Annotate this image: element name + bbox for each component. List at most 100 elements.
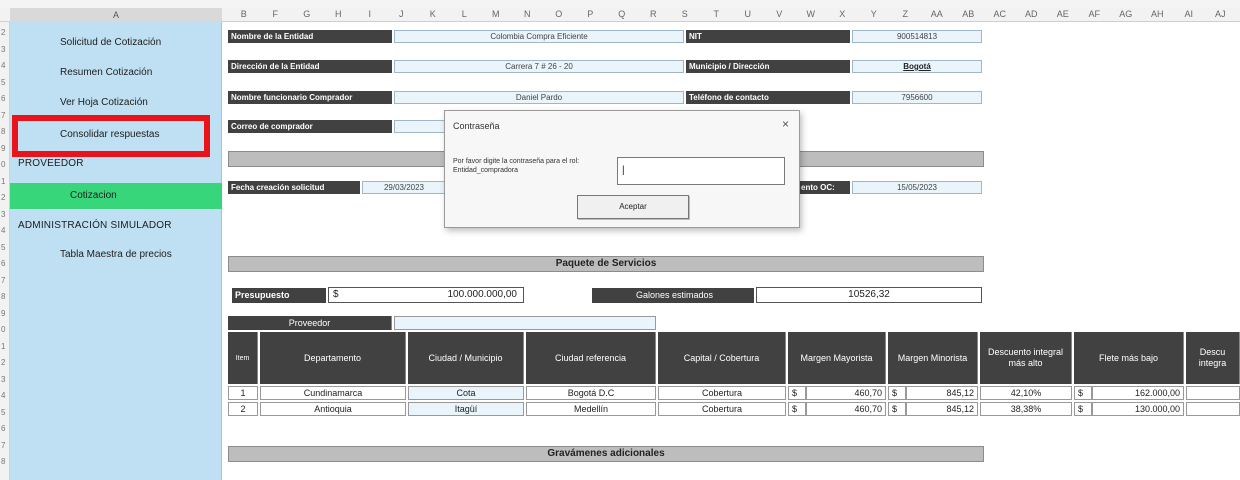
column-header-w[interactable]: W	[795, 9, 827, 19]
table-cell-referencia[interactable]: Bogotá D.C	[526, 386, 656, 400]
row-number[interactable]: 7	[1, 276, 5, 285]
table-cell-min_cur[interactable]: $	[888, 402, 906, 416]
table-cell-ciudad[interactable]: Cota	[408, 386, 524, 400]
table-cell-may_cur[interactable]: $	[788, 402, 806, 416]
row-number[interactable]: 6	[1, 94, 5, 103]
column-header-ac[interactable]: AC	[984, 9, 1016, 19]
row-number[interactable]: 8	[1, 457, 5, 466]
table-cell-departamento[interactable]: Antioquia	[260, 402, 406, 416]
column-header-p[interactable]: P	[575, 9, 607, 19]
column-header-h[interactable]: H	[323, 9, 355, 19]
table-cell-flete_cur[interactable]: $	[1074, 386, 1092, 400]
table-cell-empty[interactable]	[1186, 386, 1240, 400]
table-cell-cobertura[interactable]: Cobertura	[658, 402, 786, 416]
column-header-y[interactable]: Y	[858, 9, 890, 19]
presupuesto-field[interactable]: $ 100.000.000,00	[328, 287, 524, 303]
column-header-aa[interactable]: AA	[921, 9, 953, 19]
column-header-n[interactable]: N	[512, 9, 544, 19]
table-cell-ciudad[interactable]: Itagüí	[408, 402, 524, 416]
column-header-l[interactable]: L	[449, 9, 481, 19]
row-number[interactable]: 1	[1, 342, 5, 351]
column-header-z[interactable]: Z	[890, 9, 922, 19]
column-header-i[interactable]: I	[354, 9, 386, 19]
column-header-m[interactable]: M	[480, 9, 512, 19]
direccion-field[interactable]: Carrera 7 # 26 - 20	[394, 60, 684, 73]
menu-resumen-cotizacion[interactable]: Resumen Cotización	[10, 60, 222, 86]
column-header-v[interactable]: V	[764, 9, 796, 19]
column-header-u[interactable]: U	[732, 9, 764, 19]
table-cell-descuento[interactable]: 42,10%	[980, 386, 1072, 400]
row-number[interactable]: 3	[1, 375, 5, 384]
table-cell-mayorista[interactable]: 460,70	[806, 402, 886, 416]
column-header-ag[interactable]: AG	[1110, 9, 1142, 19]
fecha-creacion-field[interactable]: 29/03/2023	[362, 181, 446, 194]
row-number[interactable]: 0	[1, 160, 5, 169]
table-cell-min_cur[interactable]: $	[888, 386, 906, 400]
table-cell-flete[interactable]: 130.000,00	[1092, 402, 1184, 416]
table-cell-flete_cur[interactable]: $	[1074, 402, 1092, 416]
column-header-g[interactable]: G	[291, 9, 323, 19]
column-header-ab[interactable]: AB	[953, 9, 985, 19]
table-cell-minorista[interactable]: 845,12	[906, 386, 978, 400]
column-header-ai[interactable]: AI	[1173, 9, 1205, 19]
row-number[interactable]: 5	[1, 408, 5, 417]
funcionario-field[interactable]: Daniel Pardo	[394, 91, 684, 104]
row-number[interactable]: 9	[1, 144, 5, 153]
column-header-x[interactable]: X	[827, 9, 859, 19]
column-header-j[interactable]: J	[386, 9, 418, 19]
row-number[interactable]: 2	[1, 358, 5, 367]
menu-solicitud-cotizacion[interactable]: Solicitud de Cotización	[10, 30, 222, 56]
row-number[interactable]: 6	[1, 259, 5, 268]
column-header-ah[interactable]: AH	[1142, 9, 1174, 19]
telefono-field[interactable]: 7956600	[852, 91, 982, 104]
municipio-field[interactable]: Bogotá	[852, 60, 982, 73]
column-header-s[interactable]: S	[669, 9, 701, 19]
row-number[interactable]: 5	[1, 243, 5, 252]
column-header-o[interactable]: O	[543, 9, 575, 19]
row-number[interactable]: 3	[1, 45, 5, 54]
row-number[interactable]: 6	[1, 424, 5, 433]
row-number[interactable]: 9	[1, 309, 5, 318]
table-cell-item[interactable]: 1	[228, 386, 258, 400]
row-number[interactable]: 8	[1, 292, 5, 301]
row-number[interactable]: 2	[1, 193, 5, 202]
accept-button[interactable]: Aceptar	[577, 195, 689, 219]
row-number[interactable]: 0	[1, 325, 5, 334]
proveedor-value-cell[interactable]	[394, 316, 656, 330]
table-cell-minorista[interactable]: 845,12	[906, 402, 978, 416]
row-number[interactable]: 2	[1, 28, 5, 37]
row-number[interactable]: 4	[1, 226, 5, 235]
table-cell-item[interactable]: 2	[228, 402, 258, 416]
row-number[interactable]: 8	[1, 127, 5, 136]
table-cell-may_cur[interactable]: $	[788, 386, 806, 400]
nit-field[interactable]: 900514813	[852, 30, 982, 43]
column-header-af[interactable]: AF	[1079, 9, 1111, 19]
table-cell-flete[interactable]: 162.000,00	[1092, 386, 1184, 400]
column-header-ae[interactable]: AE	[1047, 9, 1079, 19]
row-number[interactable]: 3	[1, 210, 5, 219]
table-cell-departamento[interactable]: Cundinamarca	[260, 386, 406, 400]
table-cell-cobertura[interactable]: Cobertura	[658, 386, 786, 400]
row-number[interactable]: 7	[1, 111, 5, 120]
galones-field[interactable]: 10526,32	[756, 287, 982, 303]
row-number[interactable]: 7	[1, 441, 5, 450]
column-header-q[interactable]: Q	[606, 9, 638, 19]
row-number[interactable]: 1	[1, 177, 5, 186]
column-header-t[interactable]: T	[701, 9, 733, 19]
column-header-f[interactable]: F	[260, 9, 292, 19]
password-input[interactable]: |	[617, 157, 785, 185]
column-header-ad[interactable]: AD	[1016, 9, 1048, 19]
vencimiento-oc-field[interactable]: 15/05/2023	[852, 181, 982, 194]
column-header-aj[interactable]: AJ	[1205, 9, 1237, 19]
correo-field[interactable]	[394, 120, 446, 133]
column-header-b[interactable]: B	[228, 9, 260, 19]
table-cell-referencia[interactable]: Medellín	[526, 402, 656, 416]
row-number[interactable]: 4	[1, 61, 5, 70]
close-icon[interactable]: ×	[782, 117, 789, 131]
column-header-k[interactable]: K	[417, 9, 449, 19]
nombre-entidad-field[interactable]: Colombia Compra Eficiente	[394, 30, 684, 43]
menu-cotizacion[interactable]: Cotizacion	[10, 183, 222, 209]
row-number[interactable]: 4	[1, 391, 5, 400]
menu-ver-hoja-cotizacion[interactable]: Ver Hoja Cotización	[10, 90, 222, 116]
table-cell-mayorista[interactable]: 460,70	[806, 386, 886, 400]
